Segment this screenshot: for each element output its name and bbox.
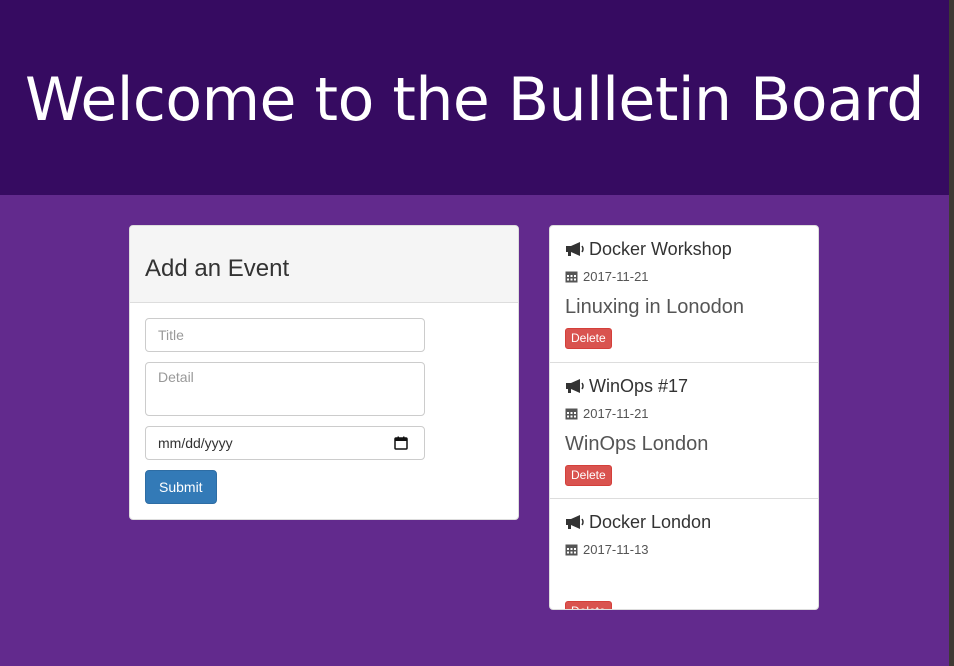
event-title: WinOps #17 [589,375,689,396]
delete-button[interactable]: Delete [565,328,612,349]
date-input[interactable]: mm/dd/yyyy [145,426,425,460]
event-title: Docker London [589,511,712,532]
header-banner: Welcome to the Bulletin Board [0,0,949,195]
event-title-row: Docker Workshop [565,226,803,260]
event-date-row: 2017-11-13 [565,541,803,557]
page: Welcome to the Bulletin Board Add an Eve… [0,0,954,666]
add-event-panel-heading: Add an Event [130,226,518,303]
window-edge [949,0,954,666]
delete-button[interactable]: Delete [565,465,612,486]
page-title: Welcome to the Bulletin Board [25,64,924,135]
calendar-icon [565,408,578,419]
bullhorn-icon [566,242,584,256]
event-title-row: WinOps #17 [565,363,803,397]
event-title: Docker Workshop [589,238,732,259]
event-date: 2017-11-21 [583,405,649,421]
calendar-icon [565,544,578,555]
bullhorn-icon [566,515,584,529]
event-detail: Linuxing in Lonodon [565,296,745,318]
title-input[interactable] [145,318,425,352]
list-item: Docker London 2017-11-13 Delete [550,499,818,609]
add-event-heading: Add an Event [145,255,290,282]
event-date-row: 2017-11-21 [565,268,803,284]
event-title-row: Docker London [565,499,803,533]
events-list: Docker Workshop 2017-11-21 Linuxing in L… [549,225,819,610]
bullhorn-icon [566,379,584,393]
event-date: 2017-11-13 [583,541,649,557]
calendar-picker-icon[interactable] [394,436,408,450]
submit-button[interactable]: Submit [145,470,217,504]
event-date: 2017-11-21 [583,268,649,284]
add-event-form: mm/dd/yyyy Submit [130,303,518,519]
list-item: WinOps #17 2017-11-21 WinOps London Dele… [550,363,818,499]
date-input-placeholder: mm/dd/yyyy [158,435,233,451]
event-detail: WinOps London [565,433,709,455]
event-detail [565,569,803,591]
list-item: Docker Workshop 2017-11-21 Linuxing in L… [550,226,818,363]
add-event-panel: Add an Event mm/dd/yyyy Submit [129,225,519,520]
delete-button[interactable]: Delete [565,601,612,609]
event-date-row: 2017-11-21 [565,405,803,421]
calendar-icon [565,271,578,282]
detail-textarea[interactable] [145,362,425,416]
